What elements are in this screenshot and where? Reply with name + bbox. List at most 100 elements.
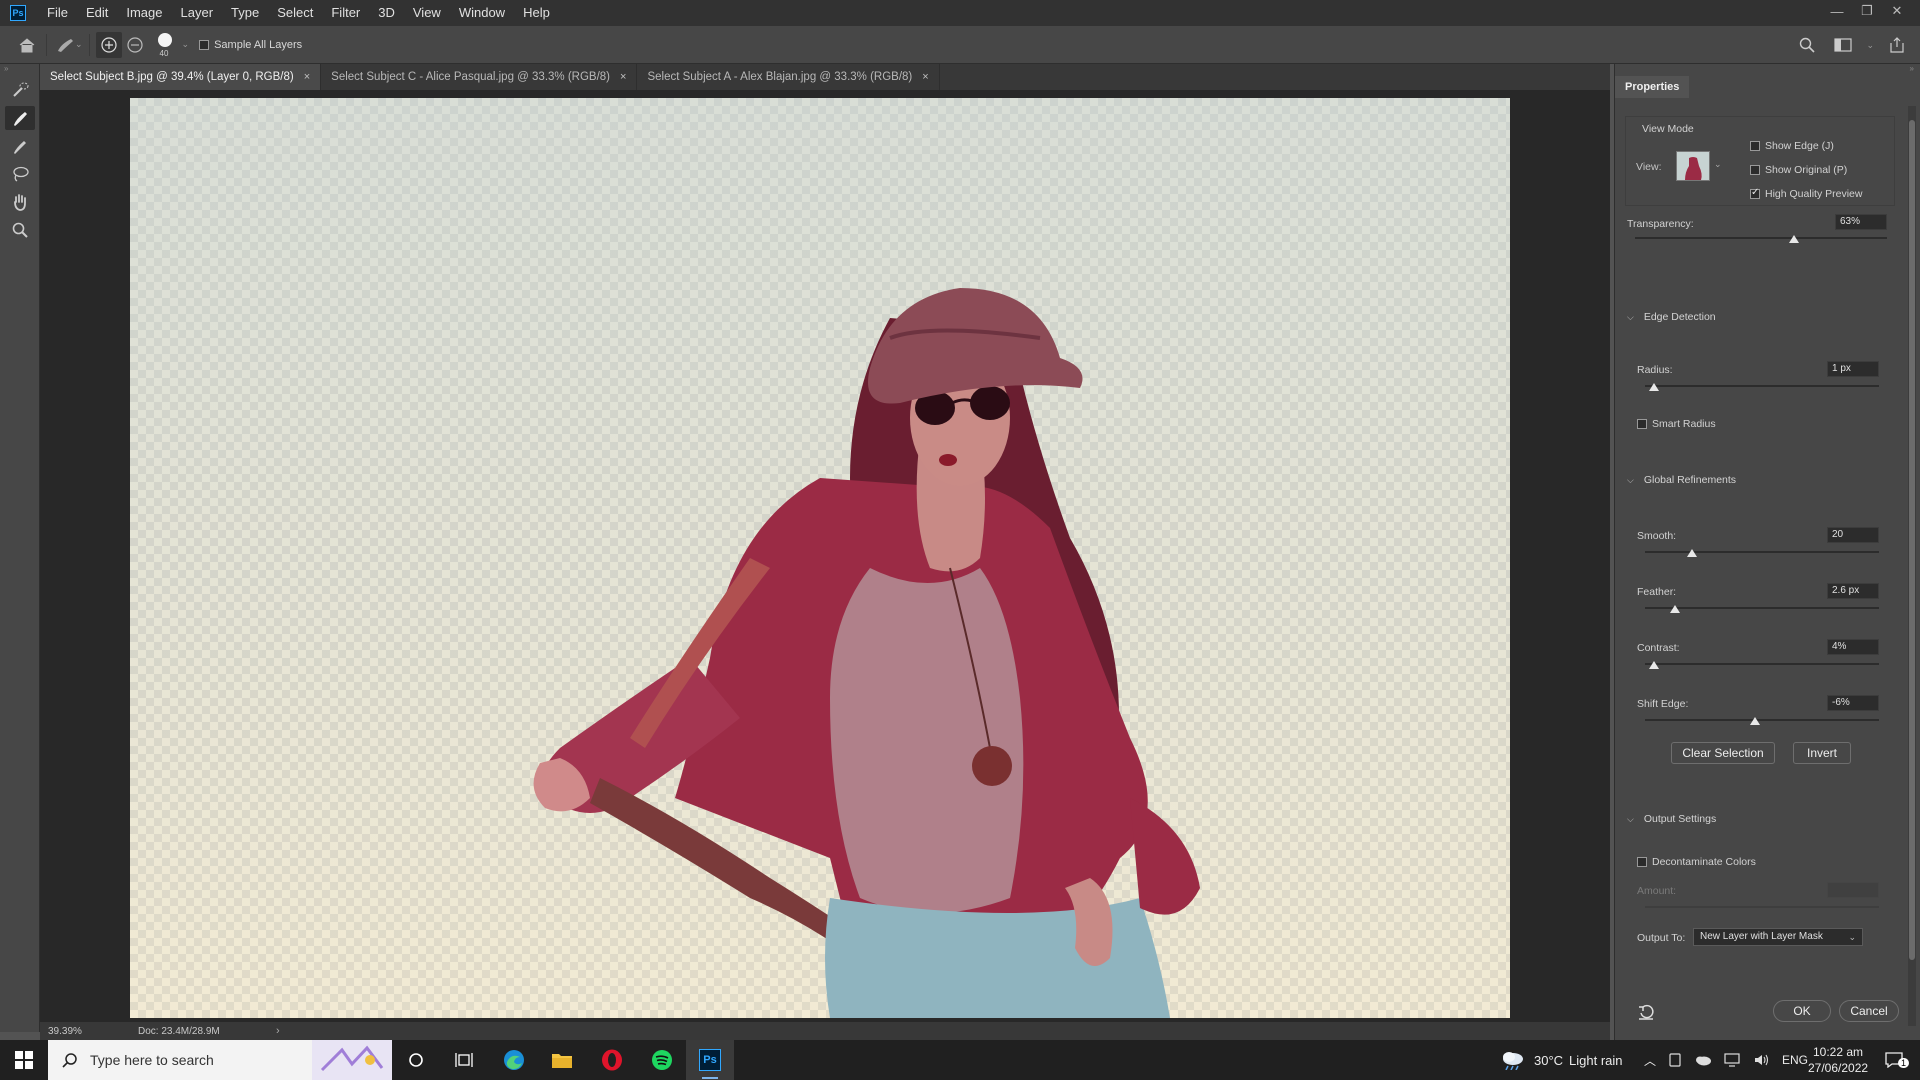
radius-field[interactable]: 1 px [1827,361,1879,377]
radius-slider-thumb[interactable] [1649,383,1660,391]
lasso-tool-icon[interactable] [5,162,35,186]
menu-layer[interactable]: Layer [172,0,223,26]
contrast-field[interactable]: 4% [1827,639,1879,655]
language-indicator[interactable]: ENG [1782,1053,1808,1067]
panel-scrollbar[interactable] [1908,106,1916,1026]
menu-file[interactable]: File [38,0,77,26]
menu-view[interactable]: View [404,0,450,26]
properties-tab[interactable]: Properties [1615,76,1690,98]
volume-icon[interactable] [1754,1053,1770,1067]
view-chevron-icon[interactable]: ⌄ [1714,159,1722,170]
home-icon[interactable] [14,32,40,58]
menu-filter[interactable]: Filter [322,0,369,26]
sample-all-layers-checkbox[interactable] [199,39,210,50]
smooth-slider-track[interactable] [1645,551,1879,553]
zoom-tool-icon[interactable] [5,218,35,242]
show-original-option[interactable]: Show Original (P) [1750,164,1847,176]
menu-select[interactable]: Select [268,0,322,26]
task-view-icon[interactable] [440,1040,488,1080]
scrollbar-thumb[interactable] [1909,120,1915,960]
network-icon[interactable] [1724,1053,1742,1067]
menu-help[interactable]: Help [514,0,559,26]
notification-center[interactable]: 1 [1876,1040,1912,1080]
tab-select-subject-b[interactable]: Select Subject B.jpg @ 39.4% (Layer 0, R… [40,64,322,90]
edge-browser-icon[interactable] [490,1040,538,1080]
contrast-slider-thumb[interactable] [1649,661,1660,669]
brush-tool-icon[interactable] [5,134,35,158]
smart-radius-checkbox[interactable] [1637,419,1647,429]
close-tab-icon[interactable]: × [304,64,310,90]
onedrive-cloud-icon[interactable] [1694,1054,1712,1066]
high-quality-preview-checkbox[interactable] [1750,187,1760,199]
transparency-field[interactable]: 63% [1835,214,1887,230]
shift-edge-slider-thumb[interactable] [1749,717,1760,725]
menu-window[interactable]: Window [450,0,514,26]
taskbar-search-box[interactable]: Type here to search [48,1040,392,1080]
brush-size-picker[interactable]: 40 [152,29,182,61]
close-tab-icon[interactable]: × [620,64,626,90]
collapse-arrows-icon[interactable]: » [0,64,39,74]
clear-selection-button[interactable]: Clear Selection [1671,742,1775,764]
canvas-area[interactable] [40,90,1610,1022]
brush-size-chevron-icon[interactable]: ⌄ [182,39,190,50]
transparency-slider-thumb[interactable] [1788,235,1799,243]
restore-icon[interactable]: ❐ [1852,0,1882,22]
shift-edge-field[interactable]: -6% [1827,695,1879,711]
output-settings-header[interactable]: ⌵ Output Settings [1627,813,1716,825]
opera-browser-icon[interactable] [588,1040,636,1080]
feather-field[interactable]: 2.6 px [1827,583,1879,599]
feather-slider-thumb[interactable] [1670,605,1681,613]
transparency-slider-track[interactable] [1635,237,1887,239]
add-to-selection-icon[interactable] [95,31,122,58]
output-to-select[interactable]: New Layer with Layer Mask ⌄ [1693,928,1863,946]
invert-button[interactable]: Invert [1793,742,1851,764]
decontaminate-option[interactable]: Decontaminate Colors [1637,856,1756,868]
show-edge-option[interactable]: Show Edge (J) [1750,140,1834,152]
share-icon[interactable] [1884,32,1910,58]
reset-icon[interactable] [1637,1004,1655,1023]
menu-image[interactable]: Image [117,0,171,26]
menu-edit[interactable]: Edit [77,0,117,26]
contrast-slider-track[interactable] [1645,663,1879,665]
quick-selection-tool-icon[interactable] [5,78,35,102]
radius-slider-track[interactable] [1645,385,1879,387]
tab-select-subject-a[interactable]: Select Subject A - Alex Blajan.jpg @ 33.… [637,64,940,90]
shift-edge-slider-track[interactable] [1645,719,1879,721]
chevron-up-icon[interactable]: ︿ [1644,1052,1656,1069]
workspace-icon[interactable] [1830,32,1856,58]
close-tab-icon[interactable]: × [922,64,928,90]
menu-3d[interactable]: 3D [369,0,404,26]
smooth-slider-thumb[interactable] [1686,549,1697,557]
refine-edge-brush-tool-icon[interactable] [5,106,35,130]
high-quality-preview-option[interactable]: High Quality Preview [1750,187,1862,200]
decontaminate-colors-checkbox[interactable] [1637,857,1647,867]
spotify-icon[interactable] [638,1040,686,1080]
smart-radius-option[interactable]: Smart Radius [1637,418,1716,430]
tab-select-subject-c[interactable]: Select Subject C - Alice Pasqual.jpg @ 3… [321,64,638,90]
hand-tool-icon[interactable] [5,190,35,214]
zoom-level[interactable]: 39.39% [48,1026,128,1037]
subtract-from-selection-icon[interactable] [122,32,148,58]
windows-start-icon[interactable] [0,1040,48,1080]
view-thumbnail[interactable] [1676,151,1710,181]
collapse-panel-icon[interactable]: » [1910,64,1914,73]
minimize-icon[interactable]: — [1822,0,1852,22]
workspace-chevron-icon[interactable]: ⌄ [1866,40,1874,51]
show-original-checkbox[interactable] [1750,165,1760,175]
document-image[interactable] [130,98,1510,1018]
clock[interactable]: 10:22 am 27/06/2022 [1808,1040,1868,1080]
ok-button[interactable]: OK [1773,1000,1831,1022]
close-icon[interactable]: ✕ [1882,0,1912,22]
cortana-icon[interactable] [392,1040,440,1080]
global-refinements-header[interactable]: ⌵ Global Refinements [1627,474,1736,486]
smooth-field[interactable]: 20 [1827,527,1879,543]
device-icon[interactable] [1668,1053,1682,1067]
photoshop-taskbar-icon[interactable]: Ps [686,1040,734,1080]
search-icon[interactable] [1794,32,1820,58]
cancel-button[interactable]: Cancel [1839,1000,1899,1022]
weather-widget[interactable]: 30°C Light rain [1500,1040,1623,1080]
show-edge-checkbox[interactable] [1750,141,1760,151]
menu-type[interactable]: Type [222,0,268,26]
file-explorer-icon[interactable] [538,1040,586,1080]
preset-chevron-icon[interactable]: ⌄ [75,39,83,50]
